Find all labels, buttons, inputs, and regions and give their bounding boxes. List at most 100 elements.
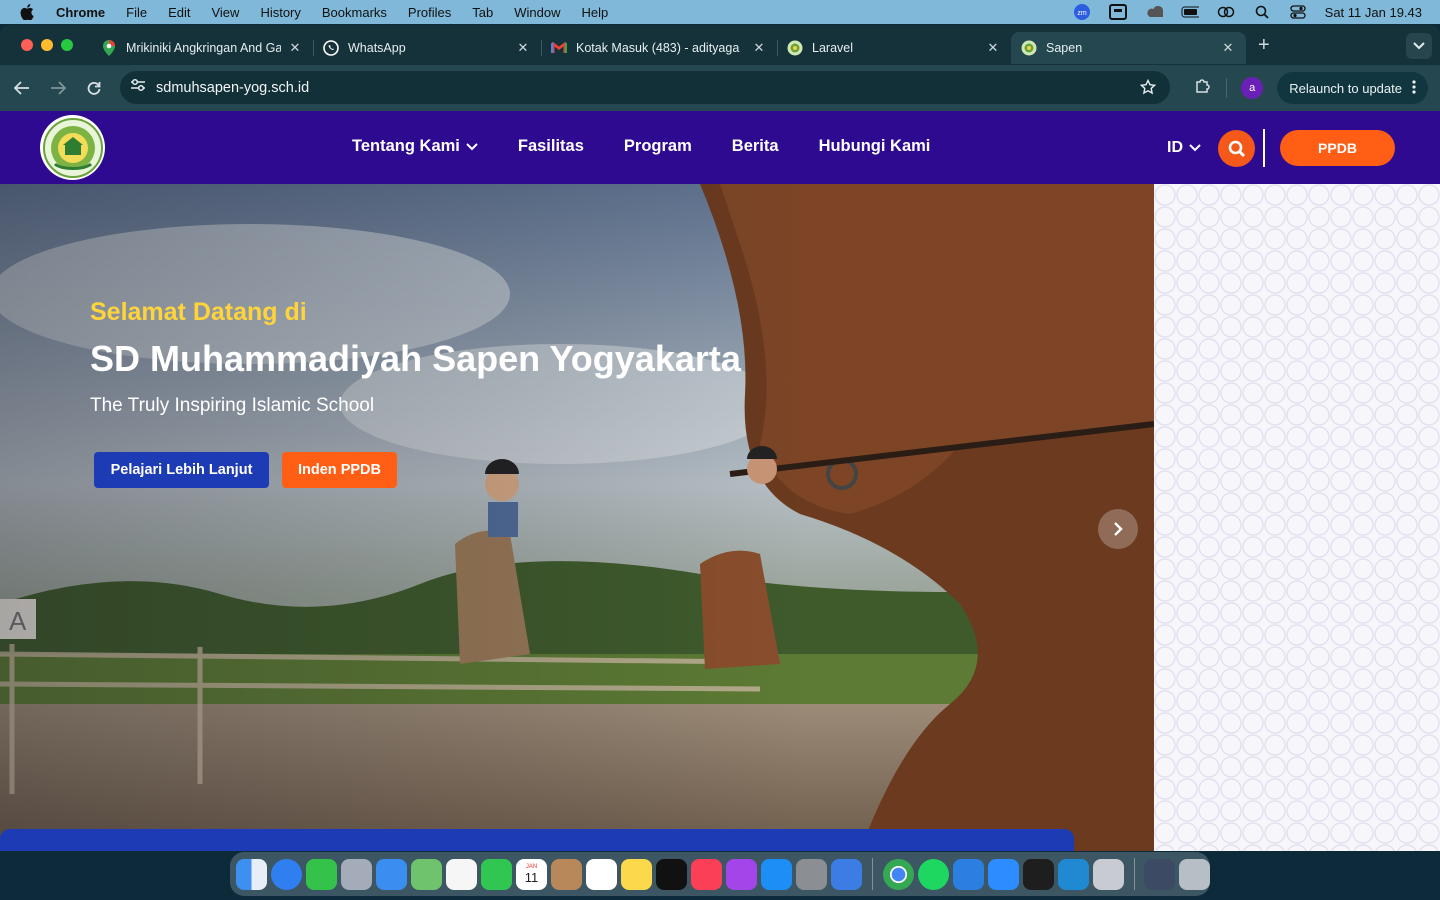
migration-icon[interactable] [952,858,984,890]
nav-hubungi-kami[interactable]: Hubungi Kami [819,137,931,156]
calendar-icon[interactable]: JAN 11 [516,858,547,890]
search-icon [1228,140,1245,157]
nav-divider [1263,129,1265,167]
nav-program[interactable]: Program [624,137,692,156]
site-info-icon[interactable] [130,78,146,97]
reload-button[interactable] [76,81,112,95]
menu-view[interactable]: View [211,5,239,20]
site-search-button[interactable] [1218,130,1255,167]
messages-icon[interactable] [306,858,337,890]
reminders-icon[interactable] [586,858,617,890]
zoom-status-icon[interactable]: zm [1073,4,1091,20]
terminal-icon[interactable] [1022,858,1054,890]
close-window-button[interactable] [21,39,33,51]
menu-edit[interactable]: Edit [168,5,190,20]
chevron-right-icon [1114,522,1123,536]
chrome-icon[interactable] [882,858,914,890]
photos-icon[interactable] [446,858,477,890]
language-selector[interactable]: ID [1167,139,1201,157]
xcode-icon[interactable] [831,858,862,890]
trash-icon[interactable] [1179,858,1210,890]
menu-file[interactable]: File [126,5,147,20]
close-tab-icon[interactable]: ✕ [985,40,1001,56]
hero-tagline: The Truly Inspiring Islamic School [90,395,375,416]
close-tab-icon[interactable]: ✕ [515,40,531,56]
tab-gmail[interactable]: Kotak Masuk (483) - adityaga ✕ [541,32,778,64]
zoom-icon[interactable] [987,858,1019,890]
learn-more-button[interactable]: Pelajari Lebih Lanjut [94,452,269,488]
system-settings-icon[interactable] [796,858,827,890]
decorative-pattern [1154,184,1440,851]
tab-whatsapp[interactable]: WhatsApp ✕ [313,32,542,64]
spotlight-search-icon[interactable] [1253,5,1271,19]
gmail-icon [551,40,567,56]
school-logo[interactable] [40,115,105,180]
safari-icon[interactable] [271,858,302,890]
vscode-icon[interactable] [1057,858,1089,890]
contacts-icon[interactable] [551,858,582,890]
menu-tab[interactable]: Tab [472,5,493,20]
app-store-icon[interactable] [761,858,792,890]
macos-menu-bar: Chrome File Edit View History Bookmarks … [0,0,1440,24]
main-nav: Tentang Kami Fasilitas Program Berita Hu… [352,137,930,156]
control-center-icon[interactable] [1289,5,1307,19]
spotify-icon[interactable] [917,858,949,890]
web-page: Tentang Kami Fasilitas Program Berita Hu… [0,111,1440,851]
more-options-icon[interactable] [1412,79,1416,97]
facetime-icon[interactable] [481,858,512,890]
maps-icon[interactable] [411,858,442,890]
screen-app-icon[interactable] [1108,4,1127,20]
music-icon[interactable] [691,858,722,890]
relaunch-update-button[interactable]: Relaunch to update [1277,72,1428,104]
profile-avatar[interactable]: a [1241,77,1264,99]
minimize-window-button[interactable] [41,39,53,51]
menu-bookmarks[interactable]: Bookmarks [322,5,387,20]
back-button[interactable] [4,81,40,95]
toolbar-divider [1226,78,1228,98]
mail-icon[interactable] [376,858,407,890]
tab-title: Laravel [812,41,853,55]
downloads-stack-icon[interactable] [1144,858,1175,890]
tab-laravel[interactable]: Laravel ✕ [777,32,1011,64]
url-text[interactable]: sdmuhsapen-yog.sch.id [156,80,309,96]
inden-ppdb-button[interactable]: Inden PPDB [282,452,397,488]
slider-next-button[interactable] [1098,509,1138,549]
tab-sapen[interactable]: Sapen ✕ [1011,32,1246,64]
close-tab-icon[interactable]: ✕ [1220,40,1236,56]
ppdb-button[interactable]: PPDB [1280,130,1395,166]
extensions-icon[interactable] [1194,77,1212,100]
notes-icon[interactable] [621,858,652,890]
link-icon[interactable] [1217,5,1235,19]
cloud-icon[interactable] [1145,5,1163,19]
address-bar[interactable]: sdmuhsapen-yog.sch.id [120,71,1170,104]
nav-berita[interactable]: Berita [732,137,779,156]
menu-profiles[interactable]: Profiles [408,5,451,20]
settings-icon[interactable] [1092,858,1124,890]
tab-mrikiniki[interactable]: Mrikiniki Angkringan And Gall ✕ [91,32,314,64]
zoom-window-button[interactable] [61,39,73,51]
battery-icon[interactable] [1181,5,1199,19]
menu-history[interactable]: History [260,5,300,20]
window-controls [21,39,73,51]
menu-app-name[interactable]: Chrome [56,5,105,20]
chrome-window: Mrikiniki Angkringan And Gall ✕ WhatsApp… [0,25,1440,851]
bookmark-star-icon[interactable] [1139,78,1157,100]
podcasts-icon[interactable] [726,858,757,890]
hero-slider: A Selamat Datang di SD Muhammadiyah Sape… [0,184,1154,851]
launchpad-icon[interactable] [341,858,372,890]
nav-fasilitas[interactable]: Fasilitas [518,137,584,156]
browser-toolbar: sdmuhsapen-yog.sch.id a Relaunch to upda… [0,65,1440,111]
close-tab-icon[interactable]: ✕ [751,40,767,56]
new-tab-button[interactable]: + [1258,34,1270,57]
forward-button[interactable] [40,81,76,95]
tab-search-button[interactable] [1406,33,1432,59]
nav-tentang-kami[interactable]: Tentang Kami [352,137,478,156]
menu-help[interactable]: Help [582,5,609,20]
finder-icon[interactable] [236,858,267,890]
tv-icon[interactable] [656,858,687,890]
menu-clock[interactable]: Sat 11 Jan 19.43 [1325,5,1422,20]
dock-separator [872,858,873,890]
apple-menu-icon[interactable] [20,4,40,20]
close-tab-icon[interactable]: ✕ [287,40,303,56]
menu-window[interactable]: Window [514,5,560,20]
